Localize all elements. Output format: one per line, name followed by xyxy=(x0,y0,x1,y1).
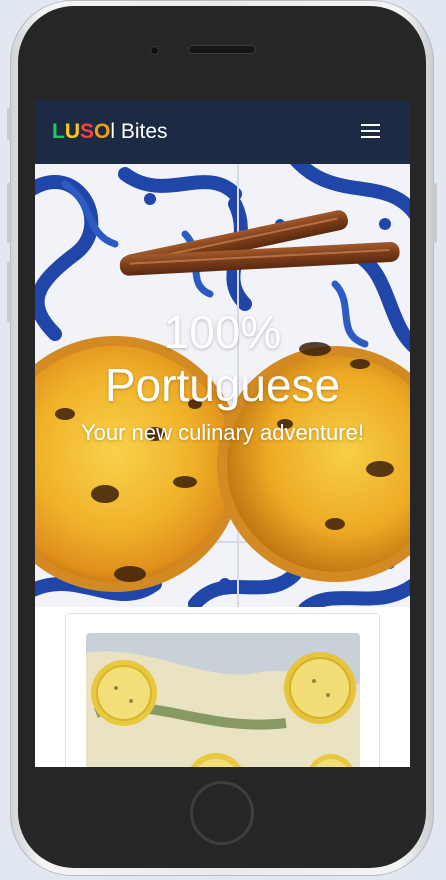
dish-card[interactable] xyxy=(65,613,380,767)
brand-letter-o: O xyxy=(94,120,111,143)
hero-banner: 100% Portuguese Your new culinary advent… xyxy=(35,164,410,607)
brand-letter-s: S xyxy=(80,120,95,143)
dish-photo-fish-with-lemon xyxy=(86,633,360,767)
dish-card-image[interactable] xyxy=(86,633,360,767)
brand-logo[interactable]: LUSOl Bites xyxy=(52,120,168,144)
hero-subtitle: Your new culinary adventure! xyxy=(81,420,364,445)
hero-title-line1: 100% xyxy=(163,306,282,358)
front-camera xyxy=(151,47,158,54)
mute-switch xyxy=(7,108,12,140)
hero-text-block: 100% Portuguese Your new culinary advent… xyxy=(35,306,410,446)
volume-up-button xyxy=(7,183,12,243)
hamburger-menu-icon[interactable] xyxy=(359,120,383,142)
brand-name-rest: l Bites xyxy=(110,120,168,143)
brand-letter-u: U xyxy=(64,120,80,143)
hero-title-line2: Portuguese xyxy=(104,359,341,411)
volume-down-button xyxy=(7,262,12,322)
power-button xyxy=(432,183,437,243)
navbar: LUSOl Bites xyxy=(35,100,410,164)
earpiece-speaker xyxy=(189,46,255,53)
phone-screen: LUSOl Bites 100% Portuguese Your new cul… xyxy=(35,100,410,767)
brand-letter-l: L xyxy=(52,120,65,143)
home-button[interactable] xyxy=(190,781,254,845)
